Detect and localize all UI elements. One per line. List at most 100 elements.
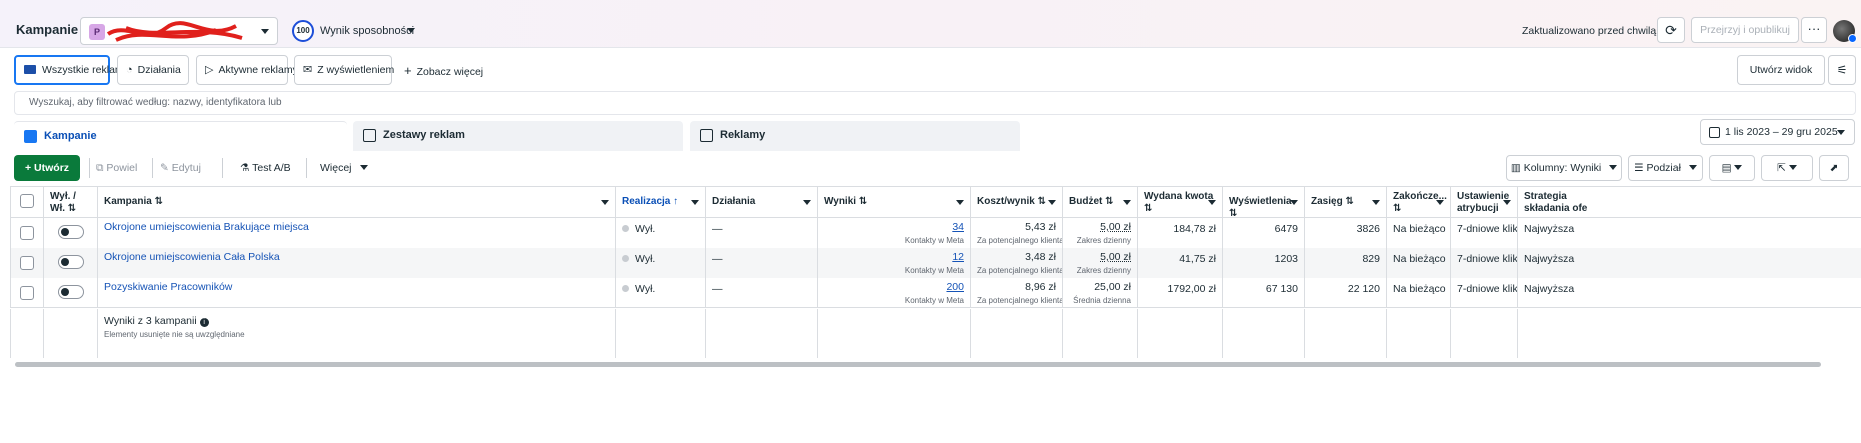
campaign-toggle[interactable]: [58, 225, 84, 239]
row-checkbox[interactable]: [20, 256, 34, 270]
impressions-value: 67 130: [1223, 278, 1305, 308]
table-row[interactable]: Okrojone umiejscowienia Brakujące miejsc…: [10, 218, 1861, 248]
chevron-down-icon: [803, 200, 811, 205]
summary-row: Wyniki z 3 kampanii i Elementy usunięte n…: [10, 309, 1861, 358]
divider: [306, 158, 307, 178]
results-link[interactable]: 200: [946, 281, 964, 293]
header-results[interactable]: Wyniki ⇅: [818, 186, 971, 218]
row-checkbox[interactable]: [20, 226, 34, 240]
cost-sub: Za potencjalnego klienta ...: [977, 296, 1063, 305]
duplicate-label: Powiel: [106, 162, 138, 174]
actions-value: —: [706, 218, 818, 248]
select-all-checkbox[interactable]: [20, 194, 34, 208]
header-impressions[interactable]: Wyświetlenia ⇅: [1223, 186, 1305, 219]
create-view-button[interactable]: Utwórz widok: [1737, 55, 1825, 85]
info-icon[interactable]: i: [199, 318, 209, 327]
table-row[interactable]: Pozyskiwanie Pracowników Wył. — 200 Konta…: [10, 278, 1861, 308]
horizontal-scrollbar[interactable]: [15, 362, 1821, 367]
search-input[interactable]: Wyszukaj, aby filtrować według: nazwy, i…: [14, 91, 1856, 115]
chart-icon: ⬈: [1829, 162, 1839, 174]
budget-sub: Zakres dzienny: [1076, 266, 1131, 275]
budget-cell[interactable]: 25,00 zł Średnia dzienna: [1063, 278, 1138, 308]
filter-actions-label: Działania: [137, 64, 181, 76]
refresh-button[interactable]: ⟳: [1657, 17, 1685, 43]
strategy-value: Najwyższa: [1524, 223, 1575, 235]
ab-test-button[interactable]: ⚗ Test A/B: [240, 155, 291, 181]
chevron-down-icon: [1048, 200, 1056, 205]
ends-value: Na bieżąco: [1387, 218, 1451, 248]
budget-cell[interactable]: 5,00 zł Zakres dzienny: [1063, 248, 1138, 278]
account-selector[interactable]: P: [80, 17, 278, 45]
campaign-toggle[interactable]: [58, 255, 84, 269]
export-icon: ⇱: [1777, 162, 1789, 174]
row-checkbox[interactable]: [20, 286, 34, 300]
view-settings-button[interactable]: ⚟: [1828, 55, 1856, 85]
ends-value: Na bieżąco: [1387, 248, 1451, 278]
create-button[interactable]: + Utwórz: [14, 155, 80, 181]
columns-button[interactable]: ▥ Kolumny: Wyniki: [1506, 155, 1622, 181]
row-toggle-cell: [44, 218, 98, 248]
columns-icon: ▥: [1510, 162, 1524, 174]
filter-active-ads[interactable]: ▷ Aktywne reklamy: [196, 55, 298, 85]
header-strategy[interactable]: Strategia składania ofe: [1518, 186, 1861, 218]
filter-with-impressions[interactable]: ✉ Z wyświetleniem: [294, 55, 395, 85]
tab-campaigns[interactable]: Kampanie: [14, 121, 347, 151]
charts-button[interactable]: ⬈: [1819, 155, 1849, 181]
reports-button[interactable]: ▤: [1709, 155, 1755, 181]
campaign-name-link[interactable]: Okrojone umiejscowienia Brakujące miejsc…: [98, 218, 616, 248]
edit-button[interactable]: ✎ Edytuj: [160, 155, 201, 181]
export-button[interactable]: ⇱: [1761, 155, 1813, 181]
header-onoff[interactable]: Wył. / Wł. ⇅: [44, 186, 98, 218]
campaign-toggle[interactable]: [58, 285, 84, 299]
header-attribution[interactable]: Ustawienie atrybucji: [1451, 186, 1518, 218]
header-results-label: Wyniki ⇅: [824, 196, 868, 207]
table-row[interactable]: Okrojone umiejscowienia Cała Polska Wył.…: [10, 248, 1861, 278]
results-cell: 34 Kontakty w Meta: [818, 218, 971, 248]
row-select-cell: [10, 218, 44, 248]
score-label: Wynik sposobności: [320, 25, 415, 37]
filter-actions[interactable]: ◔ Działania: [117, 55, 189, 85]
more-options-button[interactable]: ···: [1801, 17, 1827, 43]
header-cost-result[interactable]: Koszt/wynik ⇅: [971, 186, 1063, 218]
chevron-down-icon: [1837, 130, 1845, 135]
see-more-button[interactable]: + Zobacz więcej: [404, 63, 483, 78]
pencil-icon: ✎: [160, 162, 172, 174]
header-reach[interactable]: Zasięg ⇅: [1305, 186, 1387, 218]
summary-empty-cell: [1387, 309, 1451, 358]
date-range-label: 1 lis 2023 – 29 gru 2025: [1725, 126, 1838, 138]
campaign-name-link[interactable]: Pozyskiwanie Pracowników: [98, 278, 616, 308]
results-link[interactable]: 34: [952, 221, 964, 233]
header-ends[interactable]: Zakończe... ⇅: [1387, 186, 1451, 218]
header-spent[interactable]: Wydana kwota ⇅: [1138, 186, 1223, 218]
summary-empty-cell: [44, 309, 98, 358]
budget-sub: Zakres dzienny: [1076, 236, 1131, 245]
header-actions[interactable]: Działania: [706, 186, 818, 218]
filter-all-ads[interactable]: Wszystkie reklamy: [14, 55, 129, 85]
cost-cell: 3,48 zł Za potencjalnego klienta ...: [971, 248, 1063, 278]
header-campaign[interactable]: Kampania ⇅: [98, 186, 616, 218]
ab-test-label: Test A/B: [252, 162, 291, 174]
more-actions-button[interactable]: Więcej: [320, 155, 369, 181]
budget-cell[interactable]: 5,00 zł Zakres dzienny: [1063, 218, 1138, 248]
cost-sub: Za potencjalnego klienta ...: [977, 236, 1063, 245]
tab-adsets[interactable]: Zestawy reklam: [353, 121, 683, 151]
tab-ads[interactable]: Reklamy: [690, 121, 1020, 151]
chevron-down-icon: [1503, 200, 1511, 205]
strategy-value: Najwyższa: [1524, 283, 1575, 295]
breakdown-button[interactable]: ☰ Podział: [1628, 155, 1703, 181]
score-ring-icon: 100: [292, 20, 314, 42]
results-link[interactable]: 12: [952, 251, 964, 263]
header-budget[interactable]: Budżet ⇅: [1063, 186, 1138, 218]
cost-cell: 8,96 zł Za potencjalnego klienta ...: [971, 278, 1063, 308]
duplicate-button[interactable]: ⧉ Powiel: [96, 155, 137, 181]
filter-with-impressions-label: Z wyświetleniem: [317, 64, 395, 76]
reach-value: 3826: [1305, 218, 1387, 248]
grid-icon: [363, 129, 376, 142]
campaign-name-link[interactable]: Okrojone umiejscowienia Cała Polska: [98, 248, 616, 278]
results-sub: Kontakty w Meta: [904, 266, 964, 275]
header-delivery[interactable]: Realizacja ↑: [616, 186, 706, 218]
review-publish-button[interactable]: Przejrzyj i opublikuj: [1691, 17, 1799, 43]
header-spent-label: Wydana kwota: [1144, 191, 1214, 202]
level-tabs: Kampanie Zestawy reklam Reklamy: [14, 121, 1856, 151]
date-range-picker[interactable]: 1 lis 2023 – 29 gru 2025: [1700, 119, 1855, 145]
